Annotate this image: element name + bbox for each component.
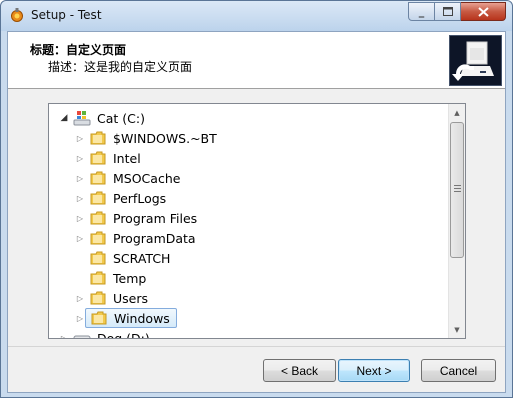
folder-icon [90,191,106,205]
tree-item-program-files[interactable]: ▷ Program Files [75,208,199,228]
close-button[interactable] [461,2,506,21]
tree-item-label: Windows [114,310,170,326]
tree-item-msocache[interactable]: ▷ MSOCache [75,168,182,188]
scroll-down-arrow-icon[interactable]: ▼ [449,321,465,338]
minimize-button[interactable]: _ [408,2,435,21]
tree-item-label: Intel [113,150,141,166]
drive-icon [73,335,91,338]
expand-arrow-icon[interactable]: ▷ [75,314,85,323]
tree-item-windows[interactable]: ▷ Windows [75,308,177,328]
tree-item-programdata[interactable]: ▷ ProgramData [75,228,198,248]
scroll-thumb[interactable] [450,122,464,258]
setup-window: Setup - Test _ 标题：自定义页面 描述：这是我的自定义页面 ◢ C… [0,0,513,398]
tree-item-label: Users [113,290,149,306]
page-description: 描述：这是我的自定义页面 [48,60,193,74]
tree-root-item[interactable]: ◢ Cat (C:) [59,108,147,128]
computer-install-icon [452,41,494,81]
tree-item-label: Temp [113,270,147,286]
folder-icon [90,131,106,145]
tree-item-label: PerfLogs [113,190,167,206]
minimize-icon: _ [418,5,425,18]
expand-arrow-icon[interactable]: ▷ [75,154,85,163]
windows-drive-icon [73,111,91,126]
tree-item-label: Program Files [113,210,198,226]
expand-arrow-icon[interactable]: ▷ [75,134,85,143]
close-icon [477,6,489,17]
folder-icon [90,211,106,225]
tree-vertical-scrollbar[interactable]: ▲ ▼ [448,104,465,338]
window-title: Setup - Test [31,8,102,22]
maximize-button[interactable] [435,2,461,21]
scroll-grip-icon [454,185,461,193]
folder-icon [90,251,106,265]
folder-icon [90,231,106,245]
folder-tree-view[interactable]: ◢ Cat (C:) ▷ $WINDOWS.~BT ▷ Intel ▷ MSOC… [48,103,466,339]
selection-highlight: Windows [85,308,177,328]
back-button[interactable]: < Back [263,359,336,382]
tree-item-users[interactable]: ▷ Users [75,288,150,308]
page-title: 标题：自定义页面 [30,43,127,57]
folder-icon [91,311,107,325]
tree-root-label: Cat (C:) [97,110,145,126]
folder-icon [90,291,106,305]
tree-item-temp[interactable]: Temp [75,268,148,288]
tree-drive-d[interactable]: ▷ Dog (D:) [59,328,152,339]
maximize-icon [442,7,453,16]
tree-item-label: SCRATCH [113,250,171,266]
expand-arrow-icon[interactable]: ▷ [75,234,85,243]
title-bar[interactable]: Setup - Test _ [1,1,512,31]
button-area-separator [8,346,505,347]
tree-item-label: $WINDOWS.~BT [113,130,217,146]
collapse-arrow-icon[interactable]: ◢ [59,113,69,123]
folder-icon [90,271,106,285]
expand-arrow-icon[interactable]: ▷ [75,294,85,303]
tree-item-intel[interactable]: ▷ Intel [75,148,143,168]
tree-item-label: ProgramData [113,230,196,246]
tree-drive-label: Dog (D:) [97,330,150,339]
setup-app-icon [11,8,23,22]
expand-arrow-icon[interactable]: ▷ [59,334,69,339]
wizard-client-area: 标题：自定义页面 描述：这是我的自定义页面 ◢ Cat (C:) ▷ $WIND… [7,31,506,393]
tree-item-scratch[interactable]: SCRATCH [75,248,172,268]
expand-arrow-icon[interactable]: ▷ [75,194,85,203]
folder-icon [90,151,106,165]
tree-item-perflogs[interactable]: ▷ PerfLogs [75,188,168,208]
tree-item-windows-bt[interactable]: ▷ $WINDOWS.~BT [75,128,219,148]
cancel-button[interactable]: Cancel [421,359,496,382]
expand-arrow-icon[interactable]: ▷ [75,214,85,223]
caption-buttons: _ [408,2,506,21]
tree-item-label: MSOCache [113,170,181,186]
scroll-up-arrow-icon[interactable]: ▲ [449,104,465,121]
next-button[interactable]: Next > [338,359,410,382]
wizard-header: 标题：自定义页面 描述：这是我的自定义页面 [8,32,505,89]
folder-icon [90,171,106,185]
setup-logo [449,35,502,86]
expand-arrow-icon[interactable]: ▷ [75,174,85,183]
